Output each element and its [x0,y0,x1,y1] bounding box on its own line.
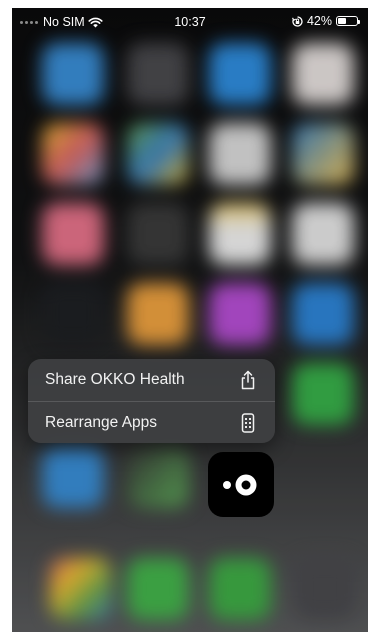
share-okko-health-label: Share OKKO Health [45,371,185,388]
dim-overlay [12,8,368,632]
rearrange-apps-label: Rearrange Apps [45,413,158,431]
status-bar: No SIM 10:37 42% [12,8,368,34]
context-menu: Share OKKO Health Rearrange Apps [28,359,275,443]
battery-percent: 42% [306,14,332,28]
share-okko-health-menu-item[interactable]: Share OKKO Health [28,359,275,401]
orientation-lock-icon [292,15,303,27]
okko-health-logo [223,474,257,495]
rearrange-apps-menu-item[interactable]: Rearrange Apps [28,401,275,443]
phone-icon [237,412,259,434]
share-icon [237,369,259,391]
okko-health-app-icon[interactable] [208,452,274,517]
home-screen: No SIM 10:37 42% Share OKKO Health Rearr… [12,8,368,632]
battery-icon [336,16,360,26]
